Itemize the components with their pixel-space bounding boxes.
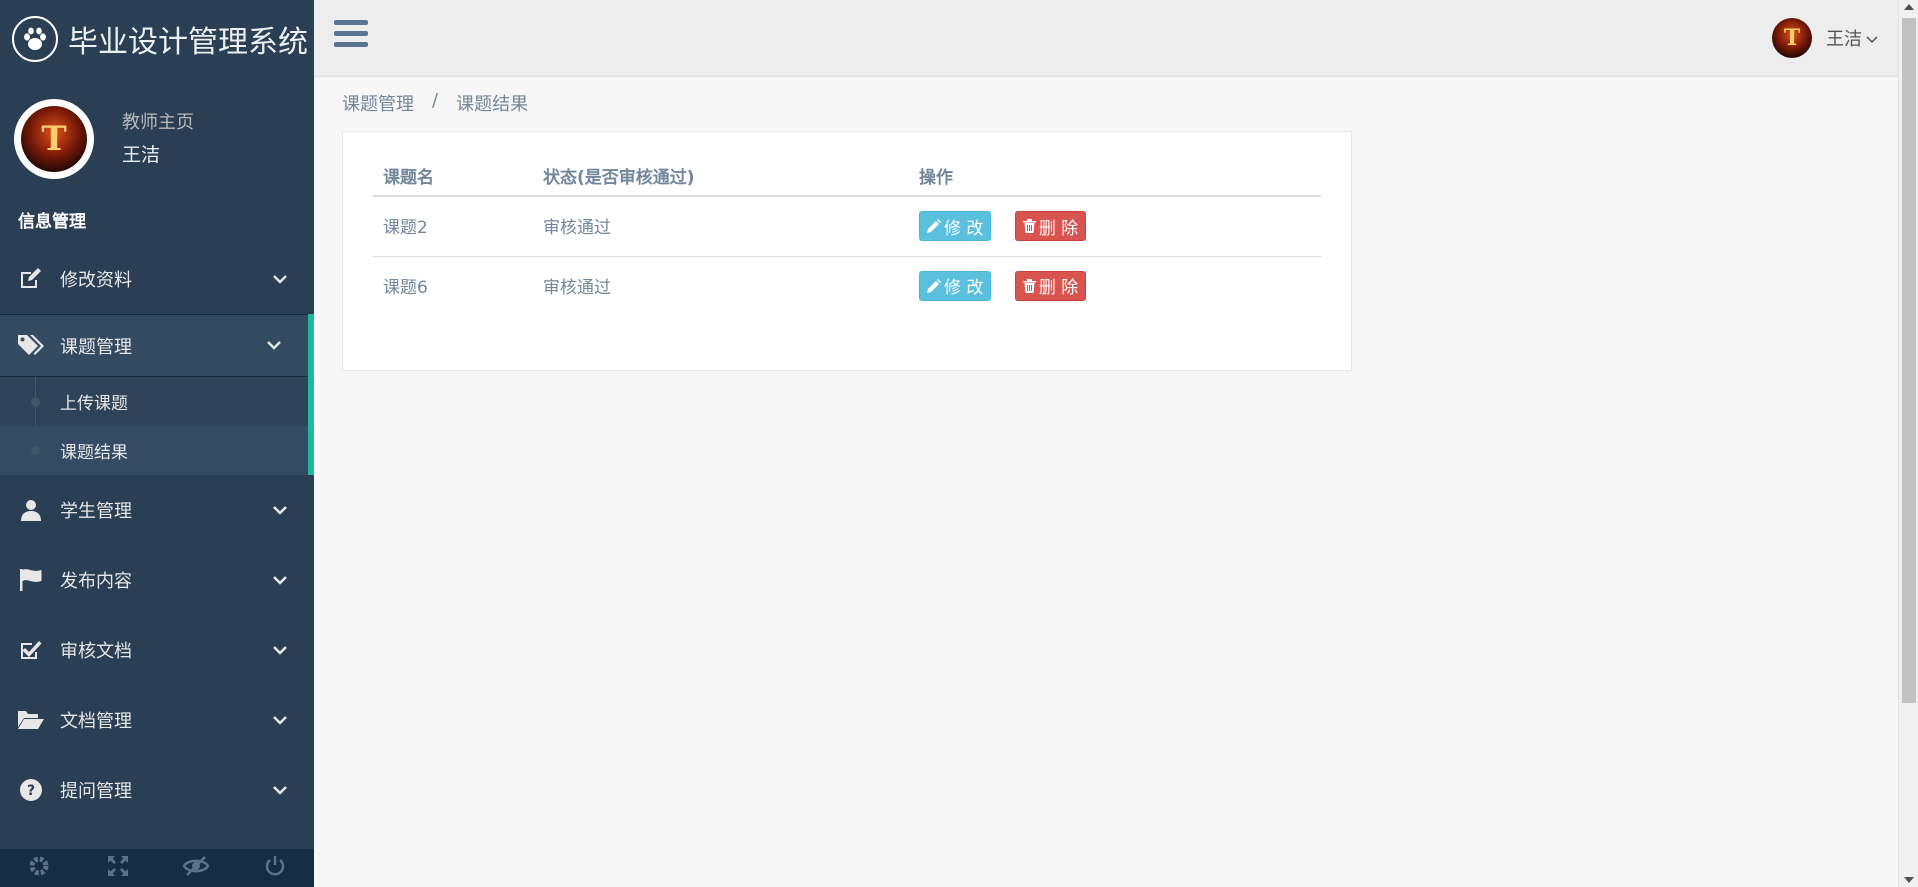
chevron-down-icon	[254, 341, 294, 350]
scroll-down-arrow-icon[interactable]	[1904, 877, 1914, 883]
sidebar-item-label: 学生管理	[60, 501, 132, 522]
chevron-down-icon	[260, 274, 300, 284]
cell-topic-name: 课题6	[383, 277, 428, 298]
hide-button[interactable]	[157, 849, 236, 887]
submenu-dot	[31, 397, 40, 406]
cell-actions: 修 改 删 除	[909, 256, 1321, 316]
power-icon	[264, 855, 286, 881]
edit-button-label: 修 改	[944, 278, 984, 298]
hamburger-bar	[334, 31, 368, 36]
delete-button-label: 删 除	[1038, 218, 1079, 239]
logout-button[interactable]	[236, 849, 315, 887]
sidebar-subitem-label: 上传课题	[60, 394, 128, 414]
cell-topic-name: 课题2	[373, 196, 533, 257]
settings-button[interactable]	[0, 849, 79, 887]
settings-icon	[28, 855, 50, 881]
sidebar-subitem-upload-topic[interactable]: 上传课题	[0, 377, 308, 426]
check-square-icon	[18, 637, 44, 663]
sidebar-item-label: 发布内容	[60, 571, 132, 592]
sidebar-item-label: 文档管理	[60, 711, 132, 732]
fullscreen-icon	[107, 855, 129, 881]
delete-button-label: 删 除	[1038, 278, 1079, 298]
breadcrumb-separator: /	[432, 90, 439, 111]
cell-actions: 修 改 删 除	[909, 196, 1321, 257]
cell-status: 审核通过	[543, 277, 611, 298]
profile-name: 王洁	[122, 144, 161, 166]
user-icon	[18, 497, 44, 523]
sidebar-item-label: 课题管理	[60, 336, 132, 358]
column-header-topic-name: 课题名	[373, 156, 533, 197]
flag-icon	[18, 567, 44, 593]
sidebar-item-label: 提问管理	[60, 781, 132, 802]
topic-results-panel: 课题名 状态(是否审核通过) 操作 课题2 审核通过 修 改 删 除 课题6 审…	[342, 131, 1352, 371]
menu-toggle-button[interactable]	[334, 20, 368, 52]
tags-icon	[18, 333, 44, 359]
user-avatar: T	[1772, 18, 1812, 58]
sidebar-item-edit-profile[interactable]: 修改资料	[0, 244, 314, 314]
pencil-icon	[927, 278, 941, 293]
brand[interactable]: 毕业设计管理系统	[0, 0, 314, 78]
eye-slash-icon	[182, 855, 210, 881]
page-scrollbar[interactable]	[1898, 0, 1918, 887]
sidebar: 毕业设计管理系统 T 教师主页 王洁 信息管理 修改资料 课题管理 上传课题 课…	[0, 0, 314, 887]
fullscreen-button[interactable]	[79, 849, 158, 887]
table-row: 课题6 审核通过 修 改 删 除	[373, 256, 1321, 316]
delete-button[interactable]: 删 除	[1014, 270, 1087, 301]
sidebar-subitem-topic-results[interactable]: 课题结果	[0, 426, 308, 475]
top-navbar: T 王洁	[314, 0, 1898, 77]
hamburger-bar	[334, 42, 368, 47]
scroll-up-arrow-icon[interactable]	[1904, 4, 1914, 10]
sidebar-footer	[0, 849, 314, 887]
sidebar-item-question-management[interactable]: ? 提问管理	[0, 755, 314, 825]
user-name: 王洁	[1826, 29, 1862, 50]
cell-status: 审核通过	[533, 196, 909, 257]
sidebar-item-publish-content[interactable]: 发布内容	[0, 545, 314, 615]
chevron-down-icon	[260, 785, 300, 795]
sidebar-item-label: 修改资料	[60, 270, 132, 291]
breadcrumb-parent[interactable]: 课题管理	[342, 90, 414, 116]
sidebar-item-student-management[interactable]: 学生管理	[0, 475, 314, 545]
edit-button[interactable]: 修 改	[919, 270, 992, 301]
profile-welcome: 教师主页	[122, 112, 194, 133]
edit-button-label: 修 改	[944, 218, 984, 239]
delete-button[interactable]: 删 除	[1014, 211, 1087, 241]
svg-text:?: ?	[27, 783, 35, 799]
folder-open-icon	[18, 707, 44, 733]
scrollbar-thumb[interactable]	[1902, 18, 1916, 703]
column-header-actions: 操作	[909, 156, 1321, 197]
sidebar-subitem-label: 课题结果	[60, 443, 128, 463]
chevron-down-icon	[260, 575, 300, 585]
profile: T 教师主页 王洁	[0, 78, 314, 200]
edit-icon	[18, 266, 44, 292]
trash-icon	[1022, 219, 1036, 233]
edit-button[interactable]: 修 改	[919, 211, 992, 241]
user-dropdown[interactable]: T 王洁	[1772, 18, 1878, 58]
avatar-image: T	[21, 106, 87, 172]
caret-down-icon	[1866, 29, 1878, 48]
sidebar-item-document-management[interactable]: 文档管理	[0, 685, 314, 755]
paw-icon	[12, 16, 58, 62]
submenu-dot	[31, 446, 40, 455]
topic-results-table: 课题名 状态(是否审核通过) 操作 课题2 审核通过 修 改 删 除 课题6 审…	[373, 156, 1321, 316]
column-header-status: 状态(是否审核通过)	[533, 156, 909, 197]
trash-icon	[1022, 278, 1036, 293]
chevron-down-icon	[260, 645, 300, 655]
table-row: 课题2 审核通过 修 改 删 除	[373, 196, 1321, 257]
pencil-icon	[927, 219, 941, 233]
sidebar-item-label: 审核文档	[60, 641, 132, 662]
chevron-down-icon	[260, 505, 300, 515]
avatar: T	[14, 99, 94, 179]
breadcrumb-current: 课题结果	[456, 94, 529, 115]
menu-section-title: 信息管理	[18, 212, 86, 232]
chevron-down-icon	[260, 715, 300, 725]
brand-title: 毕业设计管理系统	[68, 25, 308, 60]
breadcrumb: 课题管理 / 课题结果	[342, 90, 528, 116]
submenu-topic-management: 上传课题 课题结果	[0, 377, 314, 475]
question-circle-icon: ?	[18, 777, 44, 803]
table-header-row: 课题名 状态(是否审核通过) 操作	[373, 156, 1321, 197]
sidebar-item-topic-management[interactable]: 课题管理	[0, 314, 314, 377]
hamburger-icon	[334, 20, 368, 25]
sidebar-item-review-documents[interactable]: 审核文档	[0, 615, 314, 685]
